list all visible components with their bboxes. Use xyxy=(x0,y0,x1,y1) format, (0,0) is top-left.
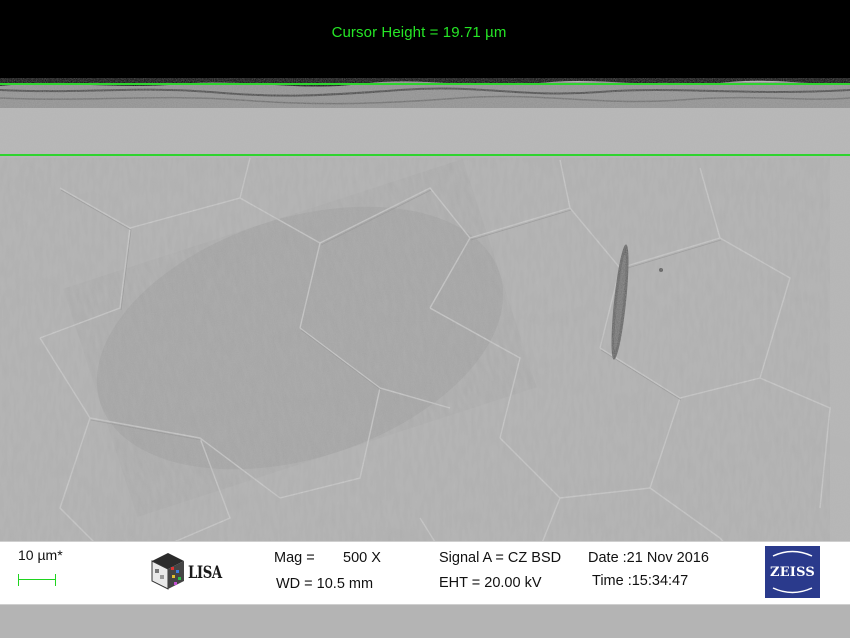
acquisition-time: Time :15:34:47 xyxy=(592,573,689,589)
acquisition-date: Date :21 Nov 2016 xyxy=(588,550,709,566)
detector-signal: Signal A = CZ BSD xyxy=(439,550,562,566)
lisa-logo-text: LISA xyxy=(188,563,222,583)
cursor-height-readout: Cursor Height = 19.71 µm xyxy=(331,24,507,41)
zeiss-logo-icon: ZEISS xyxy=(765,546,820,598)
cursor-line-top[interactable] xyxy=(0,83,850,85)
magnification-label: Mag = xyxy=(274,550,315,566)
sem-databar: 10 µm* LISA Mag = 500 X WD = 10.5 mm Sig… xyxy=(0,541,850,605)
scale-bar xyxy=(18,574,56,586)
background-void xyxy=(0,0,850,86)
cursor-line-bottom[interactable] xyxy=(0,154,850,156)
lisa-cube-logo-icon: LISA xyxy=(146,549,228,593)
working-distance: WD = 10.5 mm xyxy=(276,576,374,592)
scale-bar-label: 10 µm* xyxy=(18,547,63,563)
accelerating-voltage: EHT = 20.00 kV xyxy=(439,575,542,591)
sem-viewport: Cursor Height = 19.71 µm 10 µm* LISA Mag… xyxy=(0,0,850,638)
magnification-value: 500 X xyxy=(343,550,381,566)
zeiss-logo-text: ZEISS xyxy=(770,564,815,580)
